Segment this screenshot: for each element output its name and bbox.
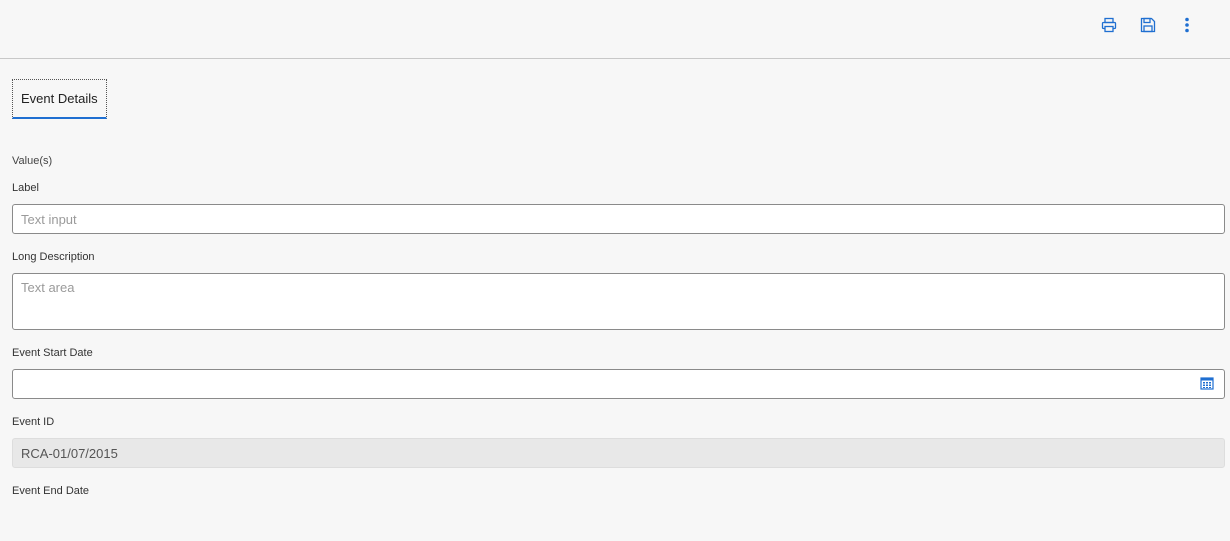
tab-event-details[interactable]: Event Details [12, 79, 107, 119]
more-vertical-icon [1185, 17, 1189, 33]
save-icon [1140, 17, 1156, 33]
print-icon [1101, 17, 1117, 33]
calendar-button[interactable] [1200, 376, 1216, 392]
long-description-label: Long Description [12, 251, 95, 263]
page: Event Details Value(s) Label Long Descri… [0, 0, 1230, 541]
more-options-button[interactable] [1176, 14, 1198, 36]
label-input[interactable] [12, 204, 1225, 234]
tab-label: Event Details [21, 91, 98, 106]
event-start-date-input[interactable] [12, 369, 1225, 399]
label-field-label: Label [12, 182, 39, 194]
top-toolbar [0, 0, 1230, 59]
event-id-value: RCA-01/07/2015 [12, 438, 1225, 468]
event-id-label: Event ID [12, 416, 55, 428]
print-button[interactable] [1098, 14, 1120, 36]
calendar-icon [1200, 377, 1214, 390]
save-button[interactable] [1137, 14, 1159, 36]
event-end-date-label: Event End Date [12, 485, 90, 497]
section-label: Value(s) [12, 155, 53, 167]
event-start-date-field [12, 369, 1225, 399]
tab-bar: Event Details [12, 79, 107, 119]
long-description-textarea[interactable] [12, 273, 1225, 330]
event-start-date-label: Event Start Date [12, 347, 93, 359]
